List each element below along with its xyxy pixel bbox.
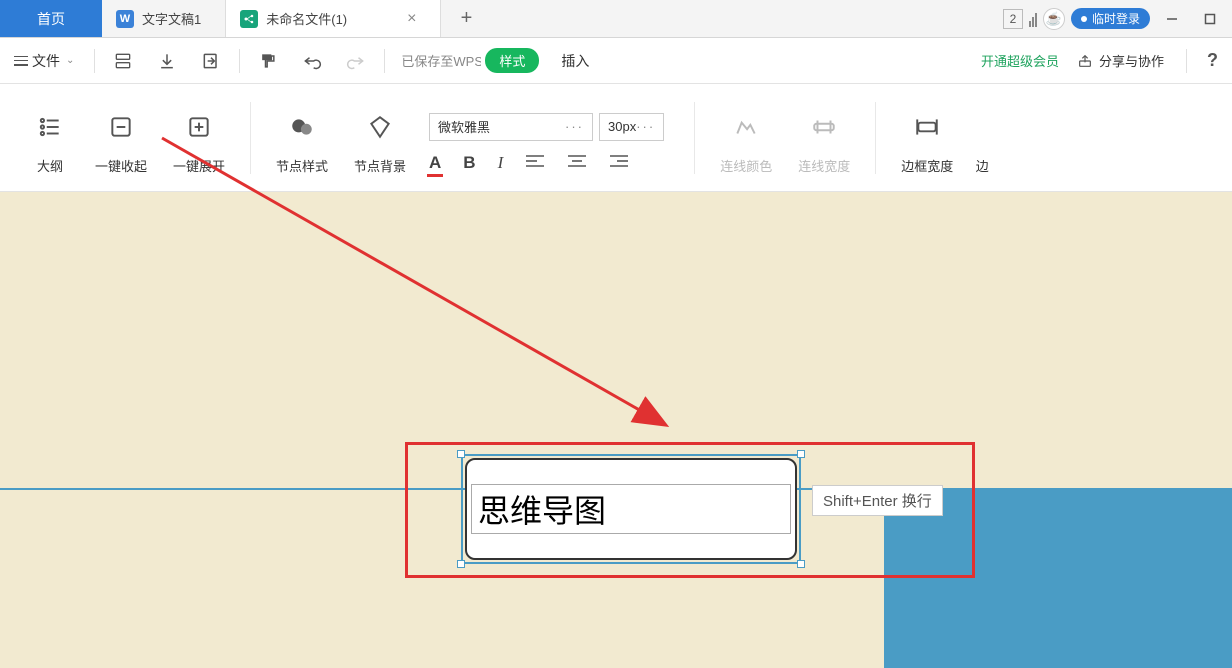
new-tab-button[interactable]: + — [441, 0, 491, 37]
more-icon: ··· — [636, 119, 655, 134]
node-style-icon — [289, 112, 315, 142]
close-tab-icon[interactable]: × — [407, 10, 416, 28]
save-button[interactable] — [101, 51, 145, 71]
titlebar-right: 2 ☕ 临时登录 — [1003, 0, 1232, 37]
separator — [239, 49, 240, 73]
more-icon: ··· — [565, 119, 584, 134]
title-bar: 首页 文字文稿1 未命名文件(1) × + 2 ☕ 临时登录 — [0, 0, 1232, 38]
saved-to-cloud-label: 已保存至WPS — [401, 51, 481, 70]
home-tab[interactable]: 首页 — [0, 0, 102, 37]
notification-badge[interactable]: 2 — [1003, 9, 1023, 29]
insert-tab[interactable]: 插入 — [539, 51, 611, 71]
resize-handle-tr[interactable] — [797, 450, 805, 458]
border-cut-button[interactable]: 边 — [966, 100, 998, 175]
node-bg-button[interactable]: 节点背景 — [341, 100, 419, 175]
node-bg-icon — [367, 112, 393, 142]
font-family-select[interactable]: 微软雅黑··· — [429, 113, 593, 141]
separator — [250, 102, 251, 174]
tab-label: 未命名文件(1) — [266, 9, 347, 28]
coffee-cup-icon[interactable]: ☕ — [1043, 8, 1065, 30]
canvas[interactable]: Shift+Enter 换行 — [0, 192, 1232, 668]
line-width-icon — [811, 112, 837, 142]
share-icon — [1077, 53, 1093, 69]
italic-button[interactable]: I — [498, 153, 504, 173]
export-button[interactable] — [189, 51, 233, 71]
separator — [384, 49, 385, 73]
node-text-input[interactable] — [471, 484, 791, 534]
separator — [94, 49, 95, 73]
outline-icon — [37, 112, 63, 142]
border-width-icon — [914, 112, 940, 142]
hamburger-icon — [14, 56, 28, 66]
node-style-button[interactable]: 节点样式 — [263, 100, 341, 175]
border-group: 边框宽度 边 — [888, 100, 998, 175]
mindmap-root-node[interactable] — [465, 458, 797, 560]
line-group: 连线颜色 连线宽度 — [707, 100, 863, 175]
temp-login-badge[interactable]: 临时登录 — [1071, 8, 1150, 29]
resize-handle-tl[interactable] — [457, 450, 465, 458]
separator — [694, 102, 695, 174]
font-format-group: 微软雅黑··· 30px··· A B I — [429, 103, 664, 173]
outline-button[interactable]: 大纲 — [18, 100, 82, 175]
collapse-icon — [108, 112, 134, 142]
font-row: 微软雅黑··· 30px··· — [429, 113, 664, 141]
separator — [875, 102, 876, 174]
border-width-button[interactable]: 边框宽度 — [888, 100, 966, 175]
align-right-button[interactable] — [609, 154, 629, 171]
help-button[interactable]: ? — [1193, 50, 1232, 71]
minimize-window-button[interactable] — [1156, 6, 1188, 32]
file-menu[interactable]: 文件 ⌄ — [0, 51, 88, 71]
separator — [1186, 49, 1187, 73]
chevron-down-icon: ⌄ — [66, 55, 74, 66]
align-center-button[interactable] — [567, 154, 587, 171]
share-button[interactable]: 分享与协作 — [1077, 51, 1180, 70]
line-color-button[interactable]: 连线颜色 — [707, 100, 785, 175]
signal-bars-icon — [1029, 9, 1037, 29]
premium-link[interactable]: 开通超级会员 — [981, 51, 1077, 70]
toolbar: 大纲 一键收起 一键展开 节点样式 节点背景 微软雅黑··· 30px··· — [0, 84, 1232, 192]
font-size-select[interactable]: 30px··· — [599, 113, 664, 141]
mindmap-doc-icon — [240, 10, 258, 28]
expand-icon — [186, 112, 212, 142]
format-painter-button[interactable] — [246, 51, 290, 71]
document-tab-1[interactable]: 文字文稿1 — [102, 0, 226, 37]
resize-handle-bl[interactable] — [457, 560, 465, 568]
expand-all-button[interactable]: 一键展开 — [160, 100, 238, 175]
resize-handle-br[interactable] — [797, 560, 805, 568]
line-color-icon — [733, 112, 759, 142]
maximize-window-button[interactable] — [1194, 6, 1226, 32]
style-tab[interactable]: 样式 — [485, 48, 539, 73]
menu-bar: 文件 ⌄ 已保存至WPS 样式 插入 开通超级会员 分享与协作 ? — [0, 38, 1232, 84]
collapse-all-button[interactable]: 一键收起 — [82, 100, 160, 175]
annotation-arrow — [0, 192, 700, 452]
outline-group: 大纲 一键收起 一键展开 — [18, 100, 238, 175]
text-format-row: A B I — [429, 153, 664, 173]
download-button[interactable] — [145, 51, 189, 71]
node-style-group: 节点样式 节点背景 — [263, 100, 419, 175]
document-tab-2[interactable]: 未命名文件(1) × — [226, 0, 441, 37]
align-left-button[interactable] — [525, 154, 545, 171]
bold-button[interactable]: B — [463, 153, 475, 173]
node-edit-tooltip: Shift+Enter 换行 — [812, 485, 943, 516]
word-doc-icon — [116, 10, 134, 28]
tab-label: 文字文稿1 — [142, 9, 201, 28]
line-width-button[interactable]: 连线宽度 — [785, 100, 863, 175]
font-color-button[interactable]: A — [429, 153, 441, 173]
redo-button[interactable] — [334, 51, 378, 71]
undo-button[interactable] — [290, 51, 334, 71]
